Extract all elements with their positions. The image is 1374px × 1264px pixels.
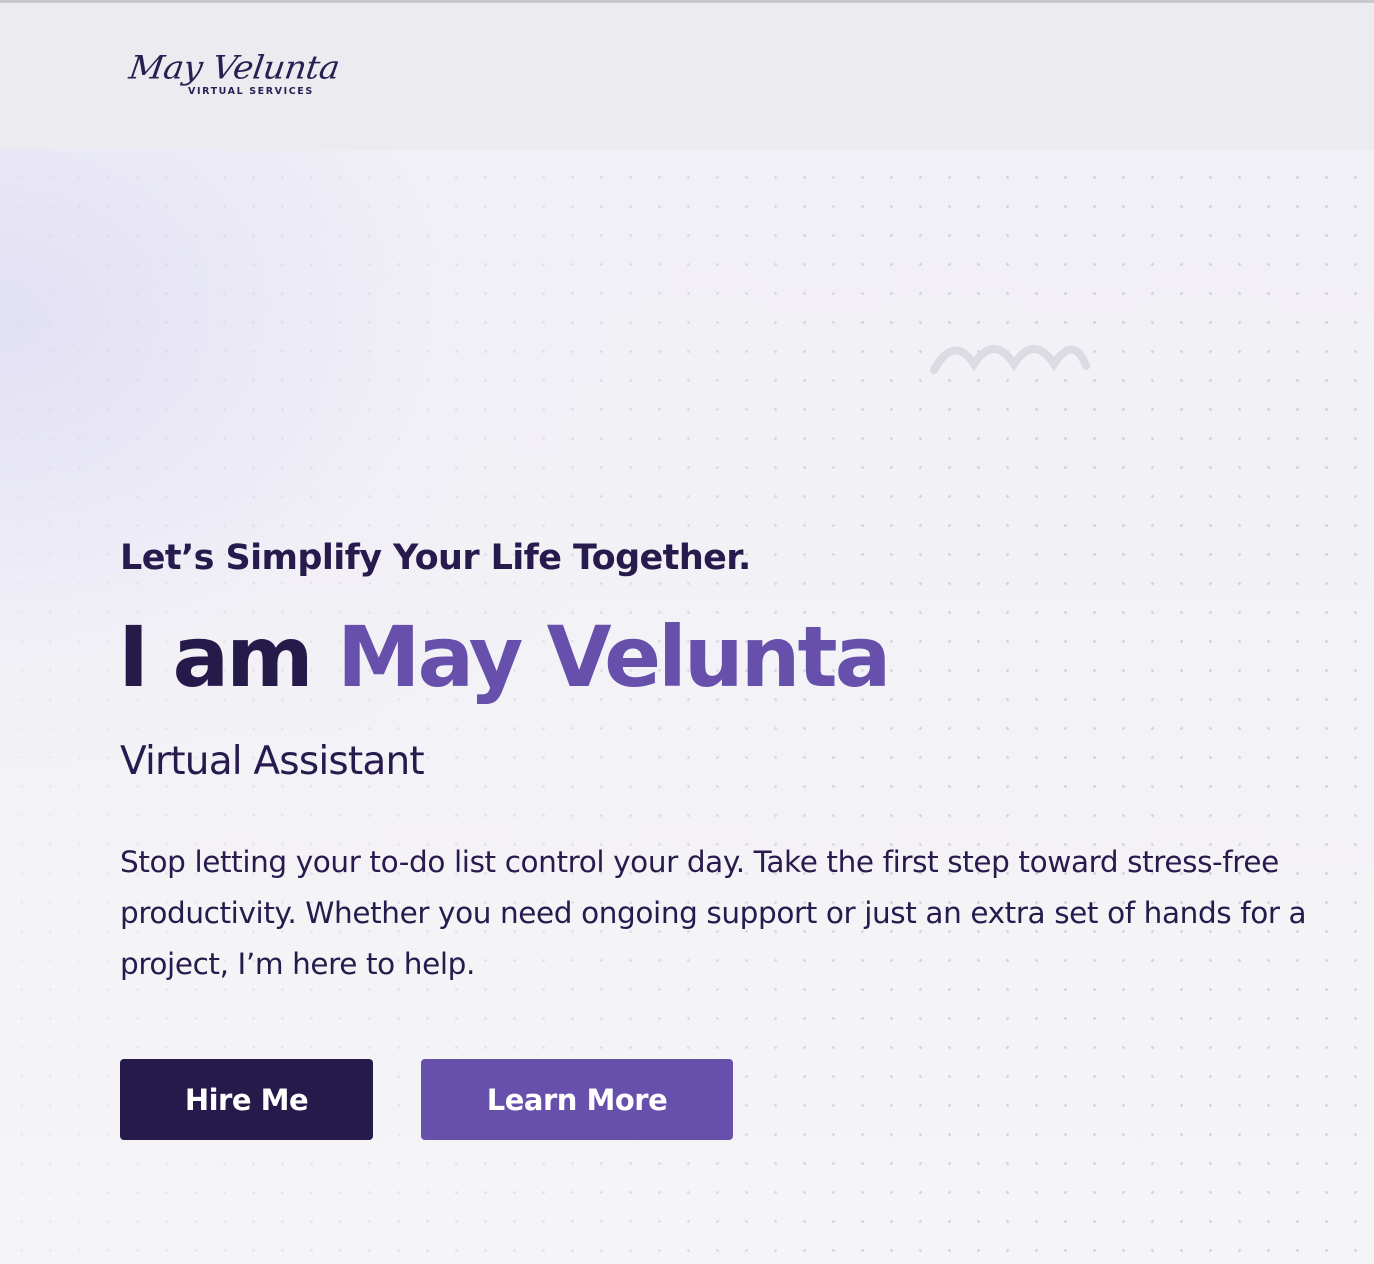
- hire-me-button[interactable]: Hire Me: [120, 1059, 373, 1140]
- hero-description: Stop letting your to-do list control you…: [120, 845, 1307, 981]
- headline-name: May Velunta: [336, 608, 891, 706]
- hero-headline: I am May Velunta: [118, 603, 891, 711]
- logo-subtitle: VIRTUAL SERVICES: [188, 86, 314, 97]
- squiggle-wave-icon: [930, 345, 1090, 374]
- site-header: May Velunta VIRTUAL SERVICES: [0, 3, 1374, 150]
- headline-prefix: I am: [118, 608, 314, 706]
- logo[interactable]: May Velunta VIRTUAL SERVICES: [127, 45, 342, 105]
- hero-role: Virtual Assistant: [120, 739, 425, 784]
- logo-script-text: May Velunta: [126, 49, 342, 87]
- learn-more-button[interactable]: Learn More: [421, 1059, 733, 1140]
- hero-tagline: Let’s Simplify Your Life Together.: [120, 538, 751, 578]
